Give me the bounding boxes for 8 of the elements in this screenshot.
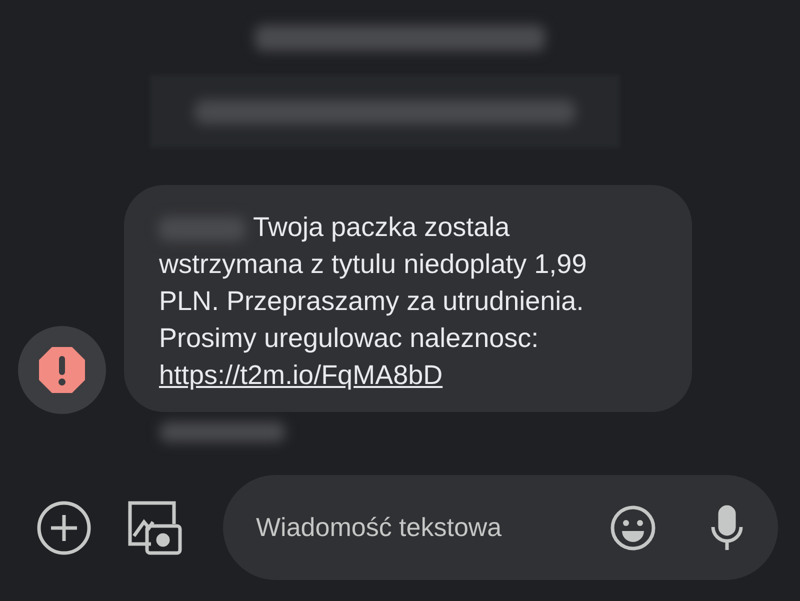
message-link[interactable]: https://t2m.io/FqMA8bD bbox=[159, 360, 443, 390]
microphone-icon[interactable] bbox=[710, 504, 744, 550]
add-button[interactable] bbox=[36, 500, 92, 556]
message-text: Twoja paczka zostala wstrzymana z tytulu niedoplaty 1,99 PLN. Przepraszamy za utrudnienia. Prosimy uregulowac naleznosc: https://t2m.io/FqMA8bD bbox=[159, 211, 588, 392]
emoji-icon[interactable] bbox=[610, 504, 656, 550]
message-bubble[interactable]: Twoja paczka zostala wstrzymana z tytulu niedoplaty 1,99 PLN. Przepraszamy za utrudnienia. Prosimy uregulowac naleznosc: https://t2m.io/FqMA8bD bbox=[124, 185, 692, 412]
message-input-field[interactable]: Wiadomość tekstowa bbox=[254, 511, 610, 544]
gallery-camera-button[interactable] bbox=[127, 500, 183, 556]
